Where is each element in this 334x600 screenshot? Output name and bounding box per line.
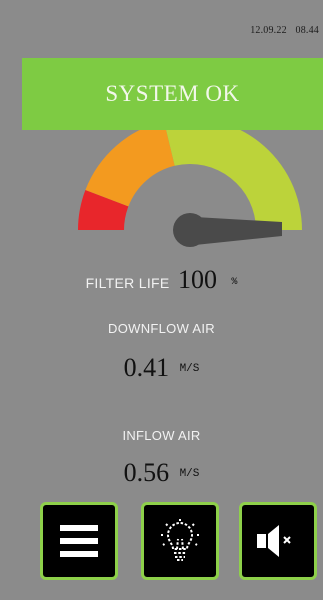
mute-button[interactable]: [239, 502, 317, 580]
lightbulb-icon: [161, 519, 199, 561]
filter-life-unit: %: [231, 277, 238, 288]
downflow-unit: M/S: [179, 363, 200, 375]
filter-gauge: [78, 130, 302, 247]
screen: 12.09.22 08.44 SYSTEM OK FILTER LIFE 100…: [0, 0, 323, 600]
inflow-value-row: 0.56 M/S: [0, 458, 323, 488]
downflow-value: 0.41: [123, 353, 170, 382]
downflow-value-row: 0.41 M/S: [0, 353, 323, 383]
menu-button[interactable]: [40, 502, 118, 580]
downflow-label: DOWNFLOW AIR: [108, 321, 215, 336]
light-button[interactable]: [141, 502, 219, 580]
datetime: 12.09.22 08.44: [250, 25, 319, 36]
gauge-zone-orange: [85, 130, 175, 207]
filter-life-label: FILTER LIFE: [85, 275, 170, 291]
status-text: SYSTEM OK: [105, 81, 240, 106]
inflow-label: INFLOW AIR: [122, 428, 201, 443]
inflow-label-row: INFLOW AIR: [0, 427, 323, 445]
filter-life-value: 100: [177, 265, 217, 294]
status-banner: SYSTEM OK: [22, 58, 323, 130]
speaker-mute-icon: [257, 525, 291, 557]
toolbar: [0, 502, 323, 582]
inflow-unit: M/S: [179, 468, 200, 480]
menu-icon: [60, 525, 98, 557]
inflow-value: 0.56: [123, 458, 170, 487]
gauge-hub: [173, 213, 207, 247]
downflow-label-row: DOWNFLOW AIR: [0, 320, 323, 338]
filter-life-row: FILTER LIFE 100 %: [0, 265, 323, 295]
time-text: 08.44: [295, 25, 319, 36]
date-text: 12.09.22: [250, 25, 287, 36]
